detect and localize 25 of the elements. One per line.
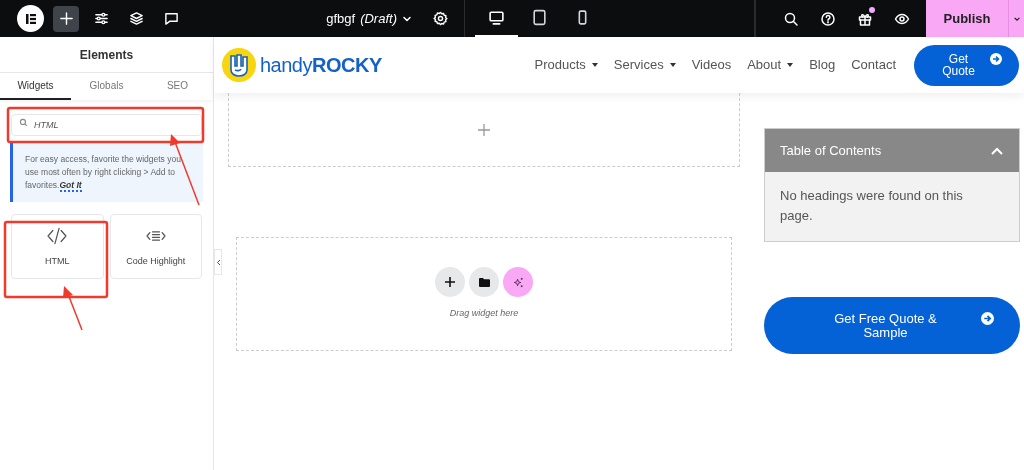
free-quote-button[interactable]: Get Free Quote & Sample [764, 297, 1020, 354]
nav-link[interactable]: Products [534, 55, 598, 75]
nav-link[interactable]: Blog [809, 55, 836, 75]
nav-link[interactable]: Services [613, 55, 676, 75]
widget-card[interactable]: HTML [11, 214, 104, 279]
publish-button[interactable]: Publish [926, 0, 1008, 37]
site-logo-text[interactable]: handyROCKY [260, 50, 382, 80]
drop-hint: Drag widget here [449, 307, 519, 321]
search-field[interactable]: HTML [11, 114, 202, 136]
document-title-button[interactable]: gfbgf (Draft) [326, 8, 412, 29]
panel-tab[interactable]: Widgets [0, 73, 71, 100]
toc-title: Table of Contents [780, 141, 882, 160]
toc-empty-text: No headings were found on this page. [780, 187, 964, 225]
nav-link[interactable]: Videos [691, 55, 732, 75]
widget-card[interactable]: Code Highlight [109, 214, 202, 279]
tip-text: For easy access, favorite the widgets you use most often by right clicking > Add to favorites.Got It [25, 153, 182, 192]
widget-label: Code Highlight [126, 254, 186, 268]
panel-tab[interactable]: Globals [71, 73, 142, 100]
panel-tab[interactable]: SEO [141, 73, 213, 100]
nav-link[interactable]: Contact [851, 55, 896, 75]
get-quote-button[interactable]: Get Quote [914, 44, 1019, 86]
panel-title: Elements [0, 37, 213, 73]
widget-label: HTML [45, 254, 70, 268]
got-it-link[interactable]: Got It [59, 180, 82, 192]
nav-link[interactable]: About [747, 55, 794, 75]
